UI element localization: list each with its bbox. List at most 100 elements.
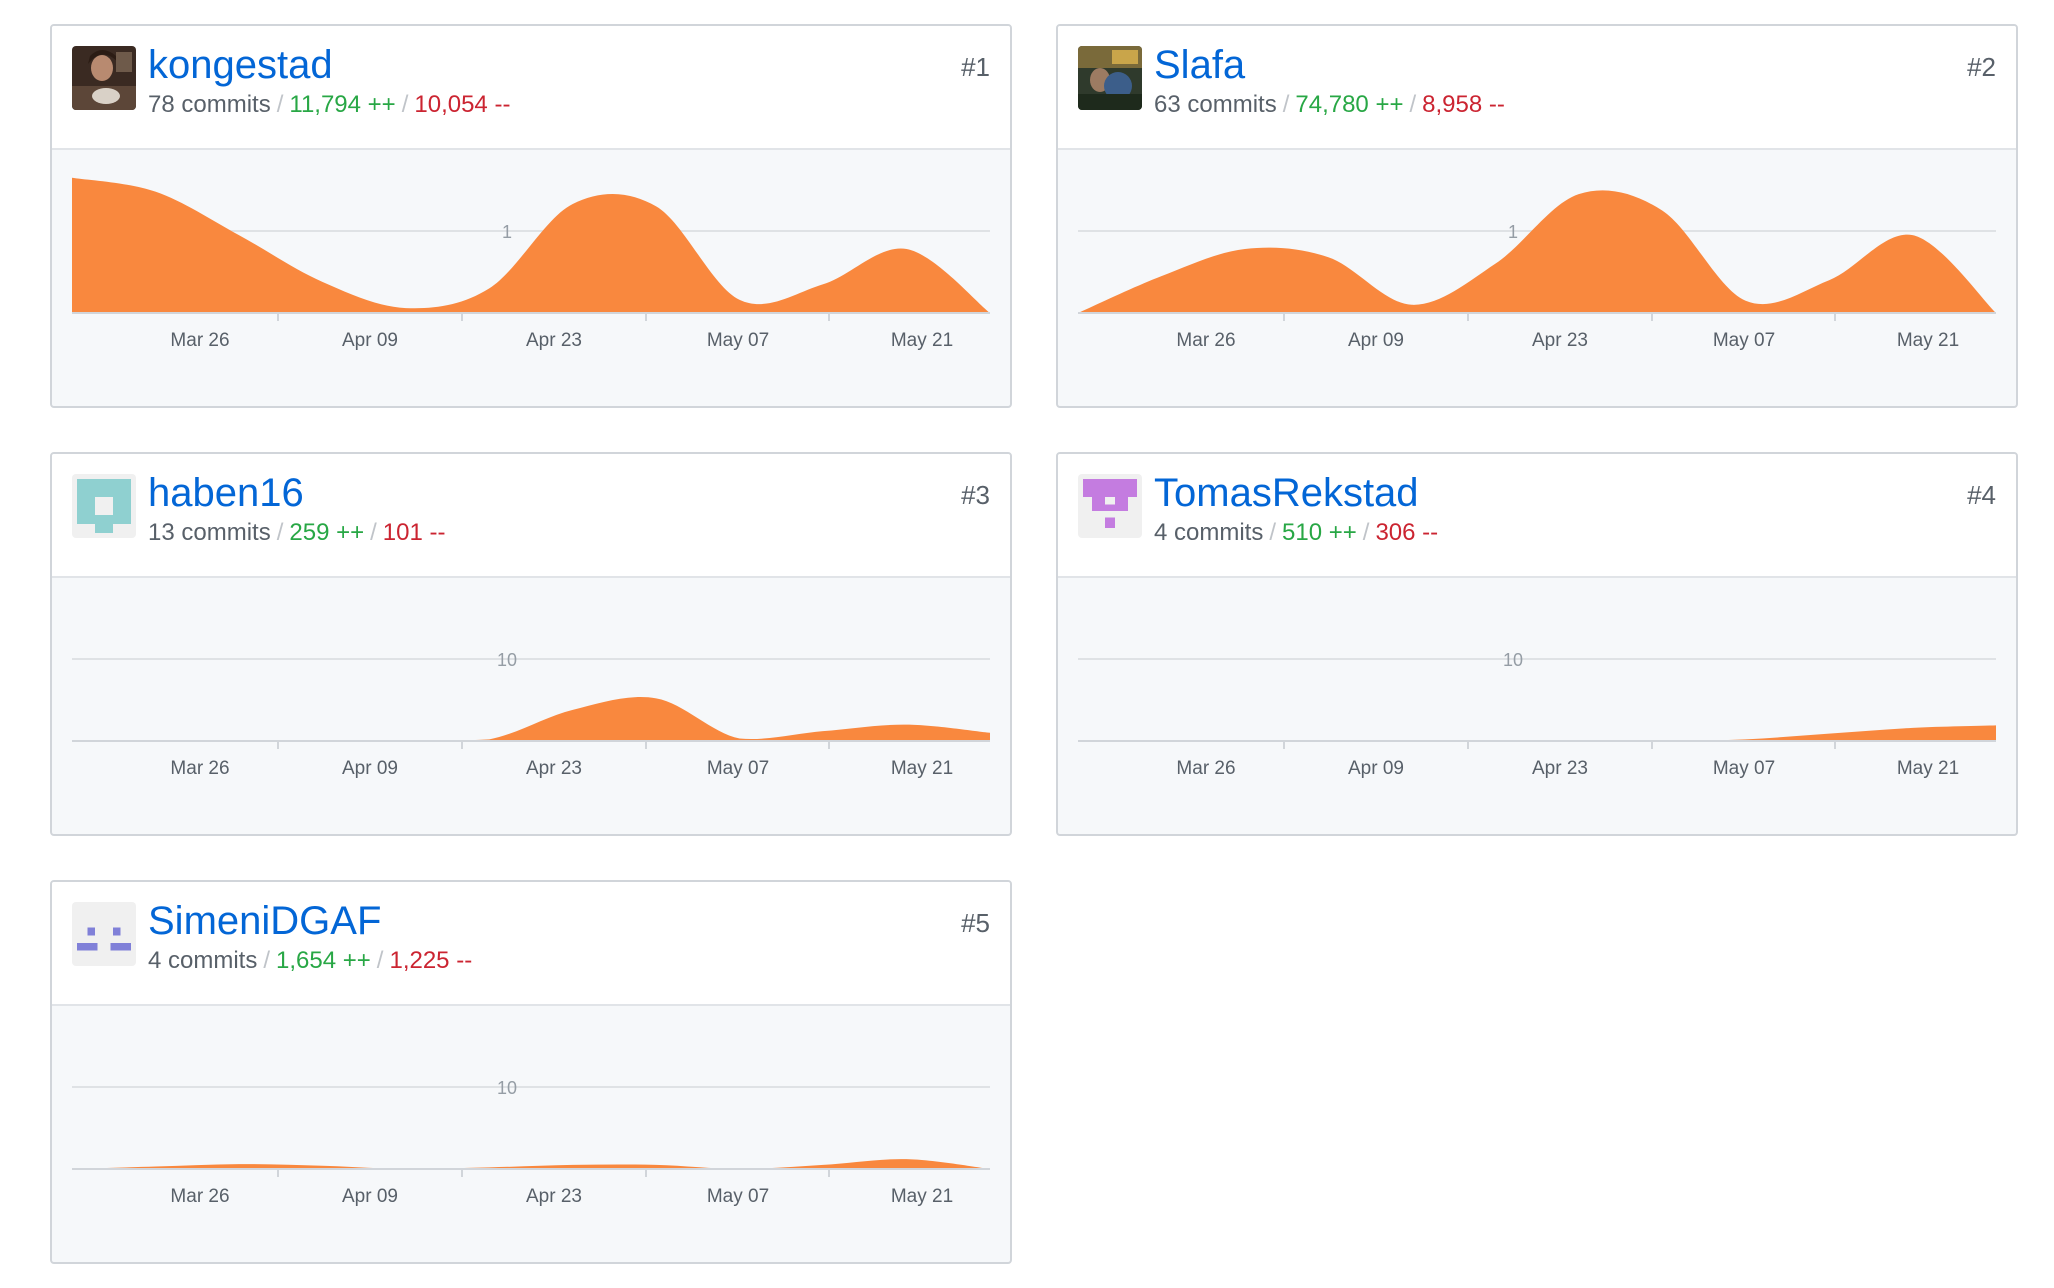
separator: / — [1269, 519, 1277, 546]
additions-count: 510 ++ — [1282, 519, 1357, 546]
commit-count[interactable]: 63 commits — [1154, 91, 1277, 118]
x-axis-tick-label: Apr 23 — [526, 1186, 582, 1207]
commit-activity-chart: 10 Mar 26 Apr 09 Apr 23 May 07 May 21 — [72, 650, 990, 779]
gridline-label: 10 — [497, 1078, 517, 1098]
x-axis-tick-label: Apr 09 — [342, 1186, 398, 1207]
contributor-card: haben16 13 commits/259 ++/101 -- #3 10 Ma… — [50, 452, 1012, 836]
contributor-card-header: SimeniDGAF 4 commits/1,654 ++/1,225 -- #… — [52, 882, 1010, 1006]
separator: / — [276, 91, 284, 118]
commit-area-series — [72, 177, 990, 313]
commit-count[interactable]: 4 commits — [1154, 519, 1263, 546]
commit-count[interactable]: 13 commits — [148, 519, 271, 546]
x-axis-tick-label: May 21 — [891, 758, 953, 779]
additions-count: 74,780 ++ — [1295, 91, 1404, 118]
x-axis-tick-label: May 21 — [891, 330, 953, 351]
separator: / — [370, 519, 377, 546]
contribution-stats: 4 commits/1,654 ++/1,225 -- — [148, 946, 472, 976]
rank-badge: #2 — [1967, 52, 1996, 82]
contributor-card-header: kongestad 78 commits/11,794 ++/10,054 --… — [52, 26, 1010, 150]
contribution-stats: 63 commits/74,780 ++/8,958 -- — [1154, 90, 1505, 120]
gridline-label: 10 — [1503, 650, 1523, 670]
x-axis-tick-label: May 21 — [1897, 330, 1959, 351]
photo-avatar-icon — [72, 46, 136, 110]
commit-area-series — [1078, 725, 1996, 741]
avatar[interactable] — [72, 902, 136, 966]
identicon-teal-icon — [72, 474, 136, 538]
contribution-stats: 78 commits/11,794 ++/10,054 -- — [148, 90, 510, 120]
x-axis-tick-label: May 07 — [707, 1186, 769, 1207]
contributor-card-header: haben16 13 commits/259 ++/101 -- #3 — [52, 454, 1010, 578]
commit-area-series — [72, 1159, 990, 1169]
x-axis-tick-label: Mar 26 — [170, 1186, 229, 1207]
gridline-label: 1 — [502, 222, 512, 242]
contributor-card-header: TomasRekstad 4 commits/510 ++/306 -- #4 — [1058, 454, 2016, 578]
x-axis-tick-label: May 07 — [707, 758, 769, 779]
commit-count[interactable]: 4 commits — [148, 947, 257, 974]
rank-badge: #5 — [961, 908, 990, 938]
separator: / — [263, 947, 271, 974]
avatar[interactable] — [1078, 46, 1142, 110]
commit-activity-chart: 1 Mar 26 Apr 09 Apr 23 May 07 May 21 — [72, 177, 990, 351]
x-axis-tick-label: May 21 — [1897, 758, 1959, 779]
contributor-card: kongestad 78 commits/11,794 ++/10,054 --… — [50, 24, 1012, 408]
commit-activity-chart: 10 Mar 26 Apr 09 Apr 23 May 07 May 21 — [1078, 650, 1996, 779]
deletions-count: 10,054 -- — [414, 91, 511, 118]
commit-activity-chart: 1 Mar 26 Apr 09 Apr 23 May 07 May 21 — [1078, 190, 1996, 351]
username-link[interactable]: haben16 — [148, 470, 304, 516]
deletions-count: 101 -- — [382, 519, 446, 546]
x-axis-tick-label: Apr 09 — [1348, 758, 1404, 779]
gridline-label: 1 — [1508, 222, 1518, 242]
x-axis-tick-label: Apr 09 — [342, 330, 398, 351]
commit-activity-chart: 10 Mar 26 Apr 09 Apr 23 May 07 May 21 — [72, 1078, 990, 1207]
contributor-card-header: Slafa 63 commits/74,780 ++/8,958 -- #2 — [1058, 26, 2016, 150]
contributor-card: SimeniDGAF 4 commits/1,654 ++/1,225 -- #… — [50, 880, 1012, 1264]
separator: / — [401, 91, 409, 118]
deletions-count: 306 -- — [1375, 519, 1439, 546]
deletions-count: 8,958 -- — [1422, 91, 1505, 118]
x-axis-tick-label: Mar 26 — [170, 758, 229, 779]
additions-count: 1,654 ++ — [276, 947, 371, 974]
commit-area-series — [72, 697, 990, 741]
additions-count: 11,794 ++ — [289, 91, 396, 118]
x-axis-tick-label: Apr 23 — [1532, 330, 1588, 351]
x-axis-tick-label: May 07 — [707, 330, 769, 351]
x-axis-tick-label: May 07 — [1713, 330, 1775, 351]
avatar[interactable] — [72, 46, 136, 110]
x-axis-tick-label: Mar 26 — [1176, 758, 1235, 779]
deletions-count: 1,225 -- — [389, 947, 473, 974]
separator: / — [1282, 91, 1290, 118]
x-axis-tick-label: Apr 09 — [1348, 330, 1404, 351]
commit-count[interactable]: 78 commits — [148, 91, 271, 118]
contributor-card: Slafa 63 commits/74,780 ++/8,958 -- #2 1… — [1056, 24, 2018, 408]
separator: / — [1409, 91, 1417, 118]
separator: / — [276, 519, 284, 546]
commit-area-series — [1078, 190, 1996, 313]
separator: / — [1362, 519, 1370, 546]
username-link[interactable]: Slafa — [1154, 42, 1245, 88]
x-axis-tick-label: Mar 26 — [170, 330, 229, 351]
avatar[interactable] — [1078, 474, 1142, 538]
rank-badge: #3 — [961, 480, 990, 510]
separator: / — [376, 947, 384, 974]
identicon-purple-icon — [1078, 474, 1142, 538]
avatar[interactable] — [72, 474, 136, 538]
rank-badge: #4 — [1967, 480, 1996, 510]
additions-count: 259 ++ — [289, 519, 365, 546]
username-link[interactable]: TomasRekstad — [1154, 470, 1419, 516]
x-axis-tick-label: Apr 23 — [526, 330, 582, 351]
x-axis-tick-label: Apr 23 — [1532, 758, 1588, 779]
username-link[interactable]: SimeniDGAF — [148, 898, 381, 944]
x-axis-tick-label: Mar 26 — [1176, 330, 1235, 351]
username-link[interactable]: kongestad — [148, 42, 333, 88]
gridline-label: 10 — [497, 650, 517, 670]
contribution-stats: 4 commits/510 ++/306 -- — [1154, 518, 1438, 548]
contributor-card: TomasRekstad 4 commits/510 ++/306 -- #4 … — [1056, 452, 2018, 836]
contribution-stats: 13 commits/259 ++/101 -- — [148, 518, 446, 548]
x-axis-tick-label: May 21 — [891, 1186, 953, 1207]
x-axis-tick-label: May 07 — [1713, 758, 1775, 779]
photo-avatar-icon — [1078, 46, 1142, 110]
x-axis-tick-label: Apr 23 — [526, 758, 582, 779]
identicon-indigo-icon — [72, 902, 136, 966]
rank-badge: #1 — [961, 52, 990, 82]
x-axis-tick-label: Apr 09 — [342, 758, 398, 779]
